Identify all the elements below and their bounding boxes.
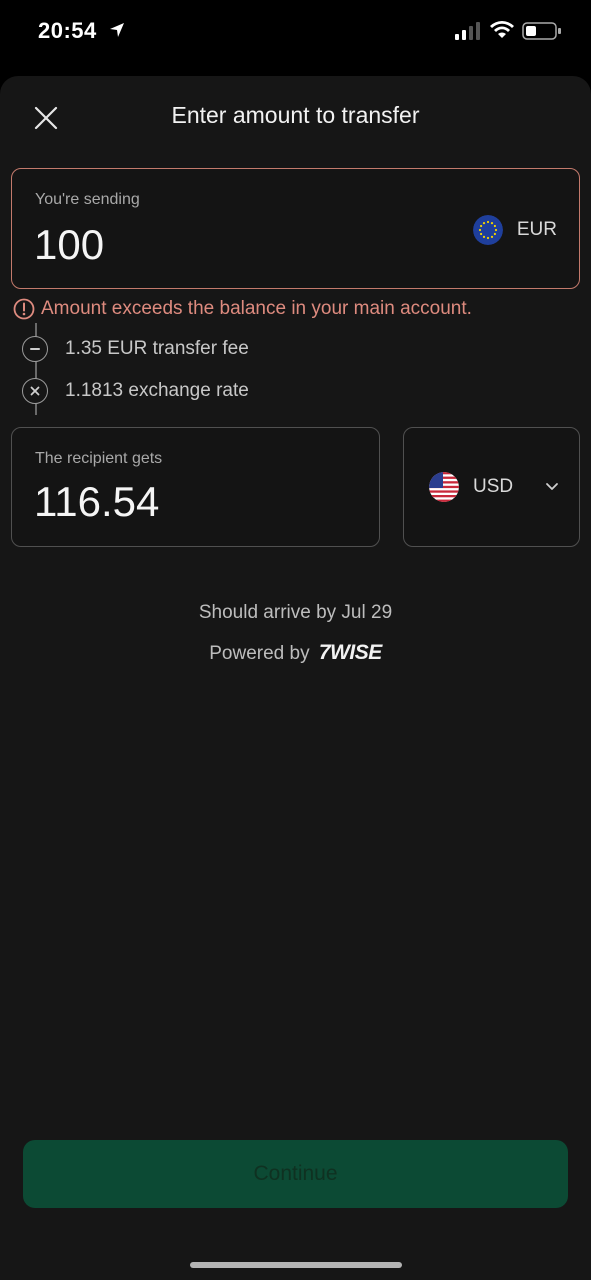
- multiply-icon: [22, 378, 48, 404]
- powered-by: Powered by 7WISE: [0, 641, 591, 665]
- status-time: 20:54: [38, 18, 97, 43]
- error-message: Amount exceeds the balance in your main …: [13, 298, 472, 320]
- wise-logo: 7WISE: [318, 641, 382, 664]
- us-flag-icon: [429, 472, 459, 502]
- transfer-sheet: Enter amount to transfer You're sending …: [0, 76, 591, 1280]
- alert-icon: [13, 298, 35, 320]
- send-label: You're sending: [35, 191, 140, 208]
- error-text: Amount exceeds the balance in your main …: [41, 298, 472, 319]
- location-arrow-icon: [110, 23, 124, 37]
- cellular-signal-icon: [455, 22, 480, 40]
- fee-row: 1.35 EUR transfer fee: [22, 336, 249, 362]
- wifi-icon: [490, 21, 514, 38]
- battery-icon: [522, 22, 561, 40]
- receive-label: The recipient gets: [35, 450, 163, 467]
- receive-currency-code: USD: [473, 476, 514, 497]
- rate-text: 1.1813 exchange rate: [65, 380, 249, 401]
- arrival-estimate: Should arrive by Jul 29: [198, 602, 393, 623]
- rate-row: 1.1813 exchange rate: [22, 378, 249, 404]
- chevron-down-icon: [545, 482, 559, 492]
- send-amount-box[interactable]: You're sending 100 EUR: [11, 168, 580, 289]
- send-currency-code: EUR: [516, 219, 557, 240]
- receive-amount-box[interactable]: The recipient gets 116.54: [11, 427, 380, 547]
- eu-flag-icon: [472, 215, 503, 245]
- send-amount-input[interactable]: 100: [34, 221, 334, 269]
- receive-currency-selector[interactable]: USD: [403, 427, 580, 547]
- minus-icon: [22, 336, 48, 362]
- home-indicator: [190, 1262, 402, 1268]
- status-bar: 20:54: [0, 0, 591, 66]
- receive-amount-input[interactable]: 116.54: [34, 478, 334, 526]
- powered-by-text: Powered by: [209, 643, 310, 664]
- page-title: Enter amount to transfer: [171, 102, 420, 128]
- continue-button[interactable]: Continue: [23, 1140, 568, 1208]
- send-currency: EUR: [472, 215, 557, 245]
- fee-text: 1.35 EUR transfer fee: [65, 338, 249, 359]
